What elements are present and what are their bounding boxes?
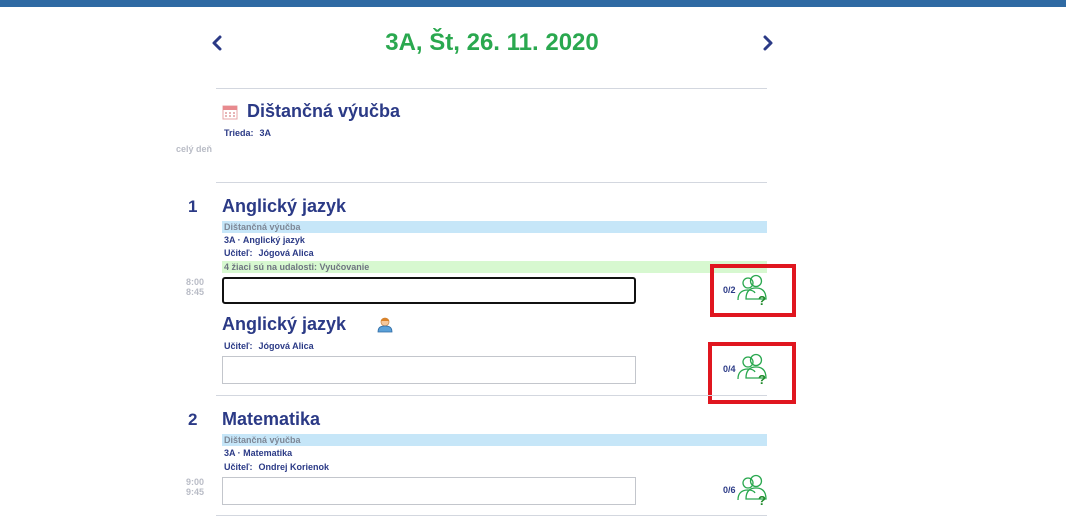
divider [216,395,767,396]
lesson-subject-line: 3A · Matematika [224,448,293,458]
lesson-band-distance: Dištančná výučba [222,221,767,233]
calendar-icon [222,105,238,120]
lesson-subject-line: 3A · Anglický jazyk [224,235,305,245]
lesson-number: 1 [188,197,198,216]
teacher-name: Ondrej Korienok [258,462,329,472]
lesson-band-event: 4 žiaci sú na udalosti: Vyučovanie [222,261,767,273]
time-end: 9:45 [185,487,204,497]
divider [216,182,767,183]
lesson-teacher: Učiteľ: Jógová Alica [224,248,314,258]
lesson-title[interactable]: Anglický jazyk [222,196,346,217]
allday-event-title[interactable]: Dištančná výučba [247,101,400,122]
chevron-right-icon [763,35,773,51]
teacher-name: Jógová Alica [258,248,314,258]
teacher-name: Jógová Alica [258,341,314,351]
lesson-topic-input[interactable] [222,477,636,505]
allday-label: celý deň [175,144,212,154]
lesson-teacher: Učiteľ: Ondrej Korienok [224,462,329,472]
highlight-box [710,264,796,317]
group-lesson-teacher: Učiteľ: Jógová Alica [224,341,314,351]
class-value: 3A [259,128,272,138]
attendance-count: 0/6 [723,485,736,495]
teacher-label: Učiteľ: [224,341,253,351]
lesson-number: 2 [188,410,198,429]
lesson-band-distance: Dištančná výučba [222,434,767,446]
group-lesson-title[interactable]: Anglický jazyk [222,314,346,335]
teacher-label: Učiteľ: [224,248,253,258]
teacher-label: Učiteľ: [224,462,253,472]
page-title: 3A, Št, 26. 11. 2020 [385,29,599,56]
lesson-topic-input[interactable] [222,277,636,304]
time-end: 8:45 [185,287,204,297]
prev-day-button[interactable] [207,30,227,56]
students-question-icon[interactable]: ? [736,472,768,506]
lesson-time: 9:00 9:45 [170,477,204,497]
divider [216,88,767,89]
teacher-icon [377,317,393,333]
next-day-button[interactable] [758,30,778,56]
chevron-left-icon [212,35,222,51]
class-label: Trieda: [224,128,254,138]
lesson-time: 8:00 8:45 [170,277,204,297]
group-lesson-topic-input[interactable] [222,356,636,384]
divider [216,515,767,516]
time-start: 9:00 [185,477,204,487]
lesson-title[interactable]: Matematika [222,409,320,430]
allday-class-info: Trieda: 3A [224,128,271,138]
top-bar [0,0,1066,7]
time-start: 8:00 [185,277,204,287]
svg-text:?: ? [758,493,766,506]
